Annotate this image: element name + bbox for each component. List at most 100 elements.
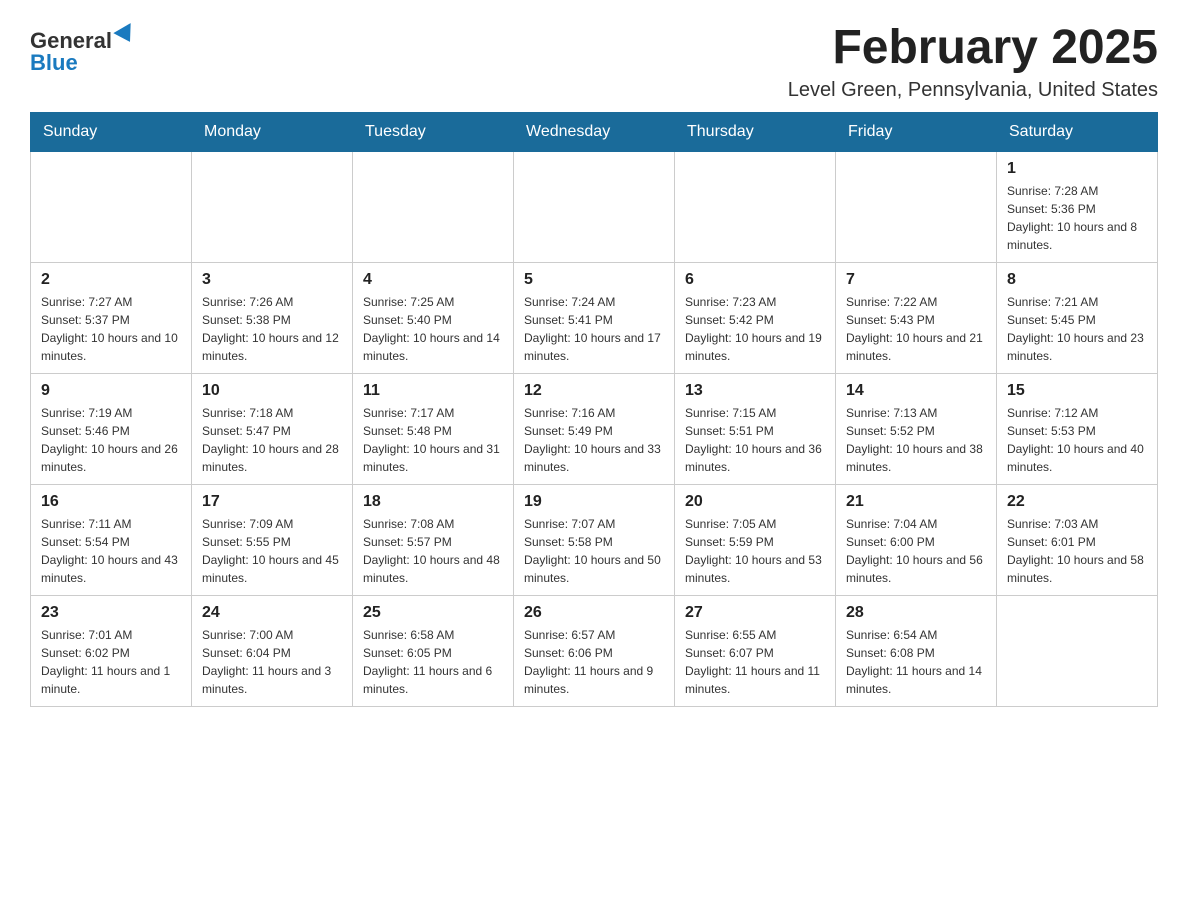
day-number: 19 bbox=[524, 493, 664, 511]
day-number: 11 bbox=[363, 382, 503, 400]
week-row-2: 2 Sunrise: 7:27 AMSunset: 5:37 PMDaylight… bbox=[31, 263, 1158, 374]
calendar-cell: 22Sunrise: 7:03 AMSunset: 6:01 PMDayligh… bbox=[997, 485, 1158, 596]
title-section: February 2025 Level Green, Pennsylvania,… bbox=[788, 20, 1158, 102]
calendar-cell: 21 Sunrise: 7:04 AMSunset: 6:00 PMDayligh… bbox=[836, 485, 997, 596]
day-info: Sunrise: 7:15 AMSunset: 5:51 PMDaylight:… bbox=[685, 404, 825, 476]
calendar-table: SundayMondayTuesdayWednesdayThursdayFrid… bbox=[30, 112, 1158, 707]
day-number: 18 bbox=[363, 493, 503, 511]
day-number: 20 bbox=[685, 493, 825, 511]
calendar-cell bbox=[514, 152, 675, 263]
day-number: 10 bbox=[202, 382, 342, 400]
day-number: 2 bbox=[41, 271, 181, 289]
calendar-cell bbox=[353, 152, 514, 263]
logo-general-text: General bbox=[30, 30, 112, 52]
day-info: Sunrise: 7:16 AMSunset: 5:49 PMDaylight:… bbox=[524, 404, 664, 476]
day-info: Sunrise: 7:25 AMSunset: 5:40 PMDaylight:… bbox=[363, 293, 503, 365]
calendar-cell: 27Sunrise: 6:55 AMSunset: 6:07 PMDayligh… bbox=[675, 596, 836, 707]
calendar-header-sunday: Sunday bbox=[31, 113, 192, 152]
day-number: 3 bbox=[202, 271, 342, 289]
day-info: Sunrise: 7:27 AMSunset: 5:37 PMDaylight:… bbox=[41, 293, 181, 365]
calendar-header-friday: Friday bbox=[836, 113, 997, 152]
calendar-cell bbox=[675, 152, 836, 263]
day-number: 17 bbox=[202, 493, 342, 511]
calendar-header-tuesday: Tuesday bbox=[353, 113, 514, 152]
day-info: Sunrise: 7:23 AMSunset: 5:42 PMDaylight:… bbox=[685, 293, 825, 365]
calendar-header-saturday: Saturday bbox=[997, 113, 1158, 152]
day-info: Sunrise: 6:58 AMSunset: 6:05 PMDaylight:… bbox=[363, 626, 503, 698]
calendar-cell: 4 Sunrise: 7:25 AMSunset: 5:40 PMDaylight… bbox=[353, 263, 514, 374]
logo: General Blue bbox=[30, 30, 136, 74]
calendar-cell: 10 Sunrise: 7:18 AMSunset: 5:47 PMDayligh… bbox=[192, 374, 353, 485]
calendar-cell: 13 Sunrise: 7:15 AMSunset: 5:51 PMDayligh… bbox=[675, 374, 836, 485]
day-info: Sunrise: 7:04 AMSunset: 6:00 PMDaylight:… bbox=[846, 515, 986, 587]
day-info: Sunrise: 7:17 AMSunset: 5:48 PMDaylight:… bbox=[363, 404, 503, 476]
day-number: 28 bbox=[846, 604, 986, 622]
calendar-cell: 23Sunrise: 7:01 AMSunset: 6:02 PMDayligh… bbox=[31, 596, 192, 707]
logo-text: General Blue bbox=[30, 30, 136, 74]
day-info: Sunrise: 7:08 AMSunset: 5:57 PMDaylight:… bbox=[363, 515, 503, 587]
week-row-5: 23Sunrise: 7:01 AMSunset: 6:02 PMDayligh… bbox=[31, 596, 1158, 707]
calendar-cell: 24 Sunrise: 7:00 AMSunset: 6:04 PMDayligh… bbox=[192, 596, 353, 707]
day-number: 1 bbox=[1007, 160, 1147, 178]
day-number: 26 bbox=[524, 604, 664, 622]
calendar-cell: 9Sunrise: 7:19 AMSunset: 5:46 PMDaylight… bbox=[31, 374, 192, 485]
calendar-cell: 16Sunrise: 7:11 AMSunset: 5:54 PMDayligh… bbox=[31, 485, 192, 596]
day-info: Sunrise: 7:21 AMSunset: 5:45 PMDaylight:… bbox=[1007, 293, 1147, 365]
calendar-cell bbox=[192, 152, 353, 263]
calendar-cell: 28Sunrise: 6:54 AMSunset: 6:08 PMDayligh… bbox=[836, 596, 997, 707]
calendar-cell: 17 Sunrise: 7:09 AMSunset: 5:55 PMDayligh… bbox=[192, 485, 353, 596]
calendar-cell: 19Sunrise: 7:07 AMSunset: 5:58 PMDayligh… bbox=[514, 485, 675, 596]
calendar-cell: 6Sunrise: 7:23 AMSunset: 5:42 PMDaylight… bbox=[675, 263, 836, 374]
week-row-4: 16Sunrise: 7:11 AMSunset: 5:54 PMDayligh… bbox=[31, 485, 1158, 596]
day-number: 7 bbox=[846, 271, 986, 289]
day-info: Sunrise: 7:19 AMSunset: 5:46 PMDaylight:… bbox=[41, 404, 181, 476]
day-number: 12 bbox=[524, 382, 664, 400]
day-number: 25 bbox=[363, 604, 503, 622]
calendar-cell bbox=[31, 152, 192, 263]
day-info: Sunrise: 7:28 AMSunset: 5:36 PMDaylight:… bbox=[1007, 182, 1147, 254]
page-header: General Blue February 2025 Level Green, … bbox=[30, 20, 1158, 102]
calendar-cell: 26 Sunrise: 6:57 AMSunset: 6:06 PMDayligh… bbox=[514, 596, 675, 707]
calendar-cell: 20 Sunrise: 7:05 AMSunset: 5:59 PMDayligh… bbox=[675, 485, 836, 596]
day-info: Sunrise: 7:00 AMSunset: 6:04 PMDaylight:… bbox=[202, 626, 342, 698]
calendar-cell: 1 Sunrise: 7:28 AMSunset: 5:36 PMDaylight… bbox=[997, 152, 1158, 263]
day-info: Sunrise: 6:55 AMSunset: 6:07 PMDaylight:… bbox=[685, 626, 825, 698]
day-number: 24 bbox=[202, 604, 342, 622]
calendar-header-thursday: Thursday bbox=[675, 113, 836, 152]
day-number: 4 bbox=[363, 271, 503, 289]
calendar-cell bbox=[836, 152, 997, 263]
calendar-cell bbox=[997, 596, 1158, 707]
day-number: 8 bbox=[1007, 271, 1147, 289]
calendar-header-row: SundayMondayTuesdayWednesdayThursdayFrid… bbox=[31, 113, 1158, 152]
calendar-header-wednesday: Wednesday bbox=[514, 113, 675, 152]
calendar-cell: 12 Sunrise: 7:16 AMSunset: 5:49 PMDayligh… bbox=[514, 374, 675, 485]
calendar-header-monday: Monday bbox=[192, 113, 353, 152]
week-row-1: 1 Sunrise: 7:28 AMSunset: 5:36 PMDaylight… bbox=[31, 152, 1158, 263]
location-title: Level Green, Pennsylvania, United States bbox=[788, 79, 1158, 102]
month-title: February 2025 bbox=[788, 20, 1158, 75]
day-info: Sunrise: 7:09 AMSunset: 5:55 PMDaylight:… bbox=[202, 515, 342, 587]
day-info: Sunrise: 7:11 AMSunset: 5:54 PMDaylight:… bbox=[41, 515, 181, 587]
calendar-cell: 25 Sunrise: 6:58 AMSunset: 6:05 PMDayligh… bbox=[353, 596, 514, 707]
calendar-cell: 11 Sunrise: 7:17 AMSunset: 5:48 PMDayligh… bbox=[353, 374, 514, 485]
day-info: Sunrise: 7:22 AMSunset: 5:43 PMDaylight:… bbox=[846, 293, 986, 365]
calendar-cell: 8 Sunrise: 7:21 AMSunset: 5:45 PMDaylight… bbox=[997, 263, 1158, 374]
calendar-cell: 2 Sunrise: 7:27 AMSunset: 5:37 PMDaylight… bbox=[31, 263, 192, 374]
day-number: 5 bbox=[524, 271, 664, 289]
day-info: Sunrise: 6:57 AMSunset: 6:06 PMDaylight:… bbox=[524, 626, 664, 698]
day-info: Sunrise: 7:13 AMSunset: 5:52 PMDaylight:… bbox=[846, 404, 986, 476]
day-info: Sunrise: 7:18 AMSunset: 5:47 PMDaylight:… bbox=[202, 404, 342, 476]
calendar-cell: 14Sunrise: 7:13 AMSunset: 5:52 PMDayligh… bbox=[836, 374, 997, 485]
logo-triangle-icon bbox=[113, 23, 138, 47]
day-info: Sunrise: 7:26 AMSunset: 5:38 PMDaylight:… bbox=[202, 293, 342, 365]
day-number: 13 bbox=[685, 382, 825, 400]
calendar-cell: 18 Sunrise: 7:08 AMSunset: 5:57 PMDayligh… bbox=[353, 485, 514, 596]
day-info: Sunrise: 7:05 AMSunset: 5:59 PMDaylight:… bbox=[685, 515, 825, 587]
calendar-cell: 7 Sunrise: 7:22 AMSunset: 5:43 PMDaylight… bbox=[836, 263, 997, 374]
calendar-cell: 5Sunrise: 7:24 AMSunset: 5:41 PMDaylight… bbox=[514, 263, 675, 374]
day-number: 21 bbox=[846, 493, 986, 511]
day-number: 23 bbox=[41, 604, 181, 622]
day-number: 15 bbox=[1007, 382, 1147, 400]
day-info: Sunrise: 7:03 AMSunset: 6:01 PMDaylight:… bbox=[1007, 515, 1147, 587]
logo-blue-text: Blue bbox=[30, 52, 136, 74]
